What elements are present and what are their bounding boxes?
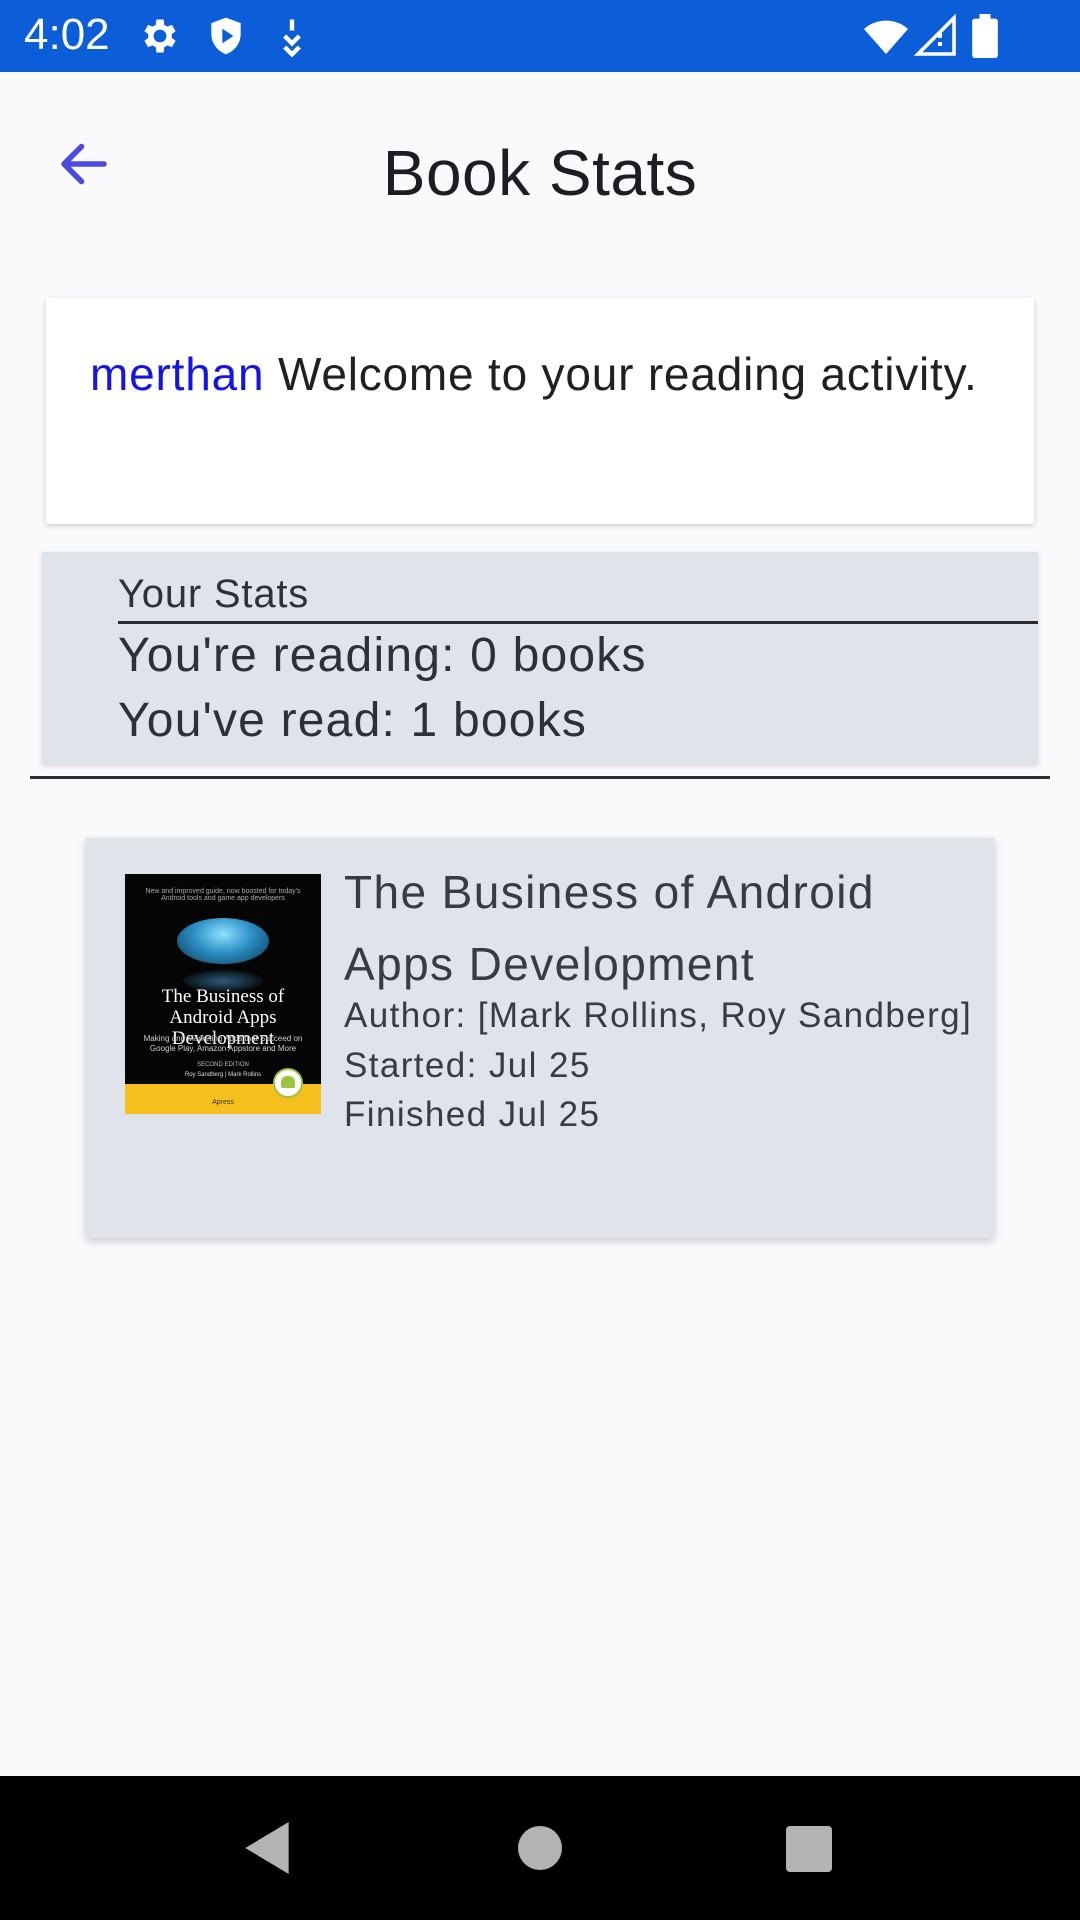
- nav-recents-icon[interactable]: [786, 1826, 832, 1872]
- book-started: Started: Jul 25: [344, 1046, 591, 1085]
- username: merthan: [90, 348, 265, 400]
- android-badge-icon: [273, 1068, 303, 1098]
- stat-reading: You're reading: 0 books: [118, 629, 647, 682]
- stat-read: You've read: 1 books: [118, 694, 588, 747]
- nav-back-icon[interactable]: [244, 1822, 290, 1874]
- book-title: The Business of Android Apps Development: [344, 866, 875, 990]
- cover-edition: SECOND EDITION: [197, 1062, 249, 1068]
- download-arrow-icon: [283, 19, 301, 58]
- welcome-card: merthan Welcome to your reading activity…: [46, 298, 1034, 524]
- shield-icon: [211, 17, 241, 55]
- cell-signal-icon: [913, 13, 956, 56]
- app-bar: Book Stats: [0, 72, 1080, 268]
- cover-tagline: New and improved guide, now boosted for …: [145, 888, 301, 902]
- stats-heading: Your Stats: [118, 572, 1038, 624]
- book-cover-image: New and improved guide, now boosted for …: [125, 874, 321, 1114]
- wifi-icon: [864, 20, 908, 55]
- book-author: Author: [Mark Rollins, Roy Sandberg]: [344, 996, 973, 1035]
- cover-publisher: Apress: [212, 1099, 234, 1106]
- page-title: Book Stats: [382, 137, 698, 209]
- status-time: 4:02: [24, 10, 110, 59]
- divider: [30, 776, 1050, 779]
- status-bar: 4:02: [0, 0, 1080, 72]
- gear-icon: [144, 19, 176, 53]
- cover-art: [177, 918, 269, 964]
- book-card[interactable]: New and improved guide, now boosted for …: [86, 838, 994, 1238]
- nav-home-icon[interactable]: [518, 1826, 562, 1870]
- cover-subtitle: Making and Marketing Apps that Succeed o…: [143, 1034, 303, 1053]
- stats-card: Your Stats You're reading: 0 books You'v…: [42, 552, 1038, 764]
- welcome-message: Welcome to your reading activity.: [277, 348, 978, 400]
- navigation-bar: [0, 1776, 1080, 1920]
- battery-icon: [972, 14, 998, 58]
- book-finished: Finished Jul 25: [344, 1095, 601, 1134]
